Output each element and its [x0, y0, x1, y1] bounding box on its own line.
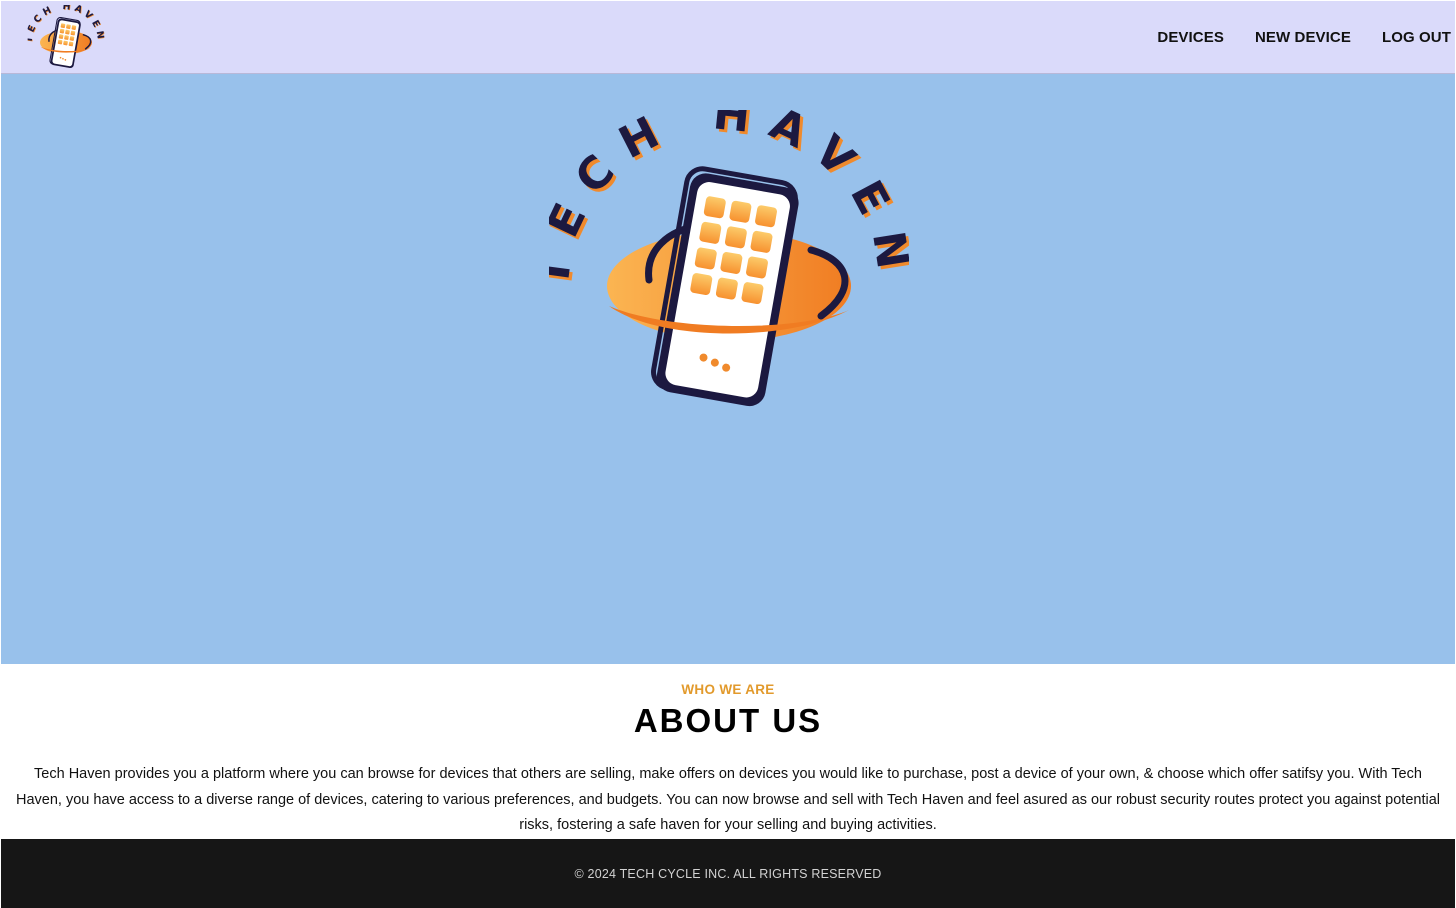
footer: © 2024 TECH CYCLE INC. ALL RIGHTS RESERV… — [1, 839, 1455, 908]
tech-haven-logo-icon[interactable] — [27, 5, 105, 71]
hero-banner — [1, 74, 1455, 664]
nav-link-devices[interactable]: DEVICES — [1157, 29, 1224, 46]
nav-link-new-device[interactable]: NEW DEVICE — [1255, 29, 1351, 46]
about-eyebrow: WHO WE ARE — [681, 682, 775, 697]
about-title: ABOUT US — [633, 702, 823, 739]
about-section: WHO WE ARE ABOUT US Tech Haven provides … — [1, 664, 1455, 838]
navbar: DEVICES NEW DEVICE LOG OUT — [1, 1, 1455, 74]
tech-haven-hero-logo-icon — [549, 110, 909, 420]
nav-links: DEVICES NEW DEVICE LOG OUT — [1157, 1, 1451, 73]
nav-link-log-out[interactable]: LOG OUT — [1382, 29, 1451, 46]
footer-copyright: © 2024 TECH CYCLE INC. ALL RIGHTS RESERV… — [574, 866, 882, 881]
about-text: Tech Haven provides you a platform where… — [16, 766, 1440, 833]
